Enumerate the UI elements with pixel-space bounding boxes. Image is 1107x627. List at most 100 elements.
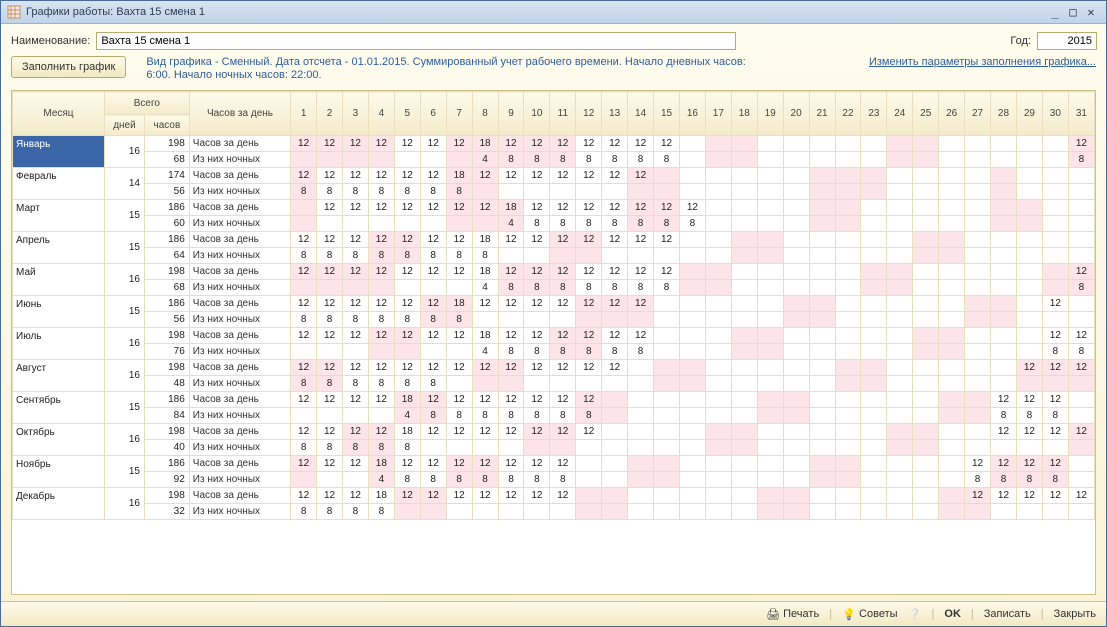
day-cell[interactable]: 12 [317,232,343,248]
day-cell[interactable] [783,296,809,312]
day-cell[interactable]: 12 [576,136,602,152]
night-cell[interactable] [1016,280,1042,296]
day-cell[interactable]: 18 [446,168,472,184]
day-cell[interactable] [939,360,965,376]
close-footer-button[interactable]: Закрыть [1054,608,1096,620]
night-cell[interactable] [1016,248,1042,264]
col-day-30[interactable]: 30 [1042,92,1068,136]
day-cell[interactable]: 18 [472,136,498,152]
day-cell[interactable] [887,200,913,216]
day-cell[interactable]: 12 [602,136,628,152]
month-cell[interactable]: Февраль [13,168,105,200]
night-cell[interactable] [654,184,680,200]
night-cell[interactable] [394,152,420,168]
night-cell[interactable] [1042,280,1068,296]
night-cell[interactable] [809,280,835,296]
night-cell[interactable] [939,216,965,232]
night-cell[interactable] [498,184,524,200]
night-cell[interactable] [602,440,628,456]
day-cell[interactable] [939,424,965,440]
night-cell[interactable] [1068,312,1094,328]
day-cell[interactable]: 12 [342,392,368,408]
day-cell[interactable]: 12 [1042,424,1068,440]
night-cell[interactable]: 8 [420,312,446,328]
night-cell[interactable] [576,248,602,264]
night-cell[interactable] [524,504,550,520]
night-cell[interactable]: 8 [1068,280,1094,296]
night-cell[interactable] [887,440,913,456]
table-row[interactable]: 32Из них ночных8888 [13,504,1095,520]
night-cell[interactable] [731,504,757,520]
day-cell[interactable] [913,232,939,248]
night-cell[interactable] [887,344,913,360]
night-cell[interactable] [550,440,576,456]
night-cell[interactable] [446,504,472,520]
night-cell[interactable] [731,472,757,488]
night-cell[interactable] [1042,312,1068,328]
day-cell[interactable] [1068,392,1094,408]
day-cell[interactable]: 12 [602,296,628,312]
night-cell[interactable] [991,216,1017,232]
day-cell[interactable] [757,456,783,472]
day-cell[interactable]: 12 [368,424,394,440]
day-cell[interactable] [835,264,861,280]
night-cell[interactable]: 8 [576,152,602,168]
day-cell[interactable]: 12 [446,136,472,152]
night-cell[interactable]: 8 [1068,344,1094,360]
night-cell[interactable] [887,184,913,200]
day-cell[interactable]: 12 [472,296,498,312]
night-cell[interactable] [783,344,809,360]
night-cell[interactable]: 8 [472,408,498,424]
day-cell[interactable]: 12 [1068,328,1094,344]
night-cell[interactable] [809,376,835,392]
day-cell[interactable]: 12 [628,264,654,280]
night-cell[interactable] [602,504,628,520]
day-cell[interactable] [1016,328,1042,344]
night-cell[interactable] [965,280,991,296]
day-cell[interactable]: 12 [368,392,394,408]
day-cell[interactable] [705,456,731,472]
night-cell[interactable]: 8 [368,184,394,200]
day-cell[interactable]: 12 [342,328,368,344]
night-cell[interactable] [965,184,991,200]
night-cell[interactable] [705,312,731,328]
night-cell[interactable]: 8 [679,216,705,232]
night-cell[interactable] [887,152,913,168]
night-cell[interactable] [939,408,965,424]
night-cell[interactable] [446,376,472,392]
day-cell[interactable] [965,232,991,248]
night-cell[interactable] [835,408,861,424]
table-row[interactable]: 56Из них ночных8888888 [13,184,1095,200]
night-cell[interactable] [394,504,420,520]
night-cell[interactable] [991,280,1017,296]
day-cell[interactable] [861,200,887,216]
col-day-31[interactable]: 31 [1068,92,1094,136]
night-cell[interactable] [731,280,757,296]
night-cell[interactable] [576,440,602,456]
table-row[interactable]: 92Из них ночных488888888888 [13,472,1095,488]
night-cell[interactable] [1068,376,1094,392]
day-cell[interactable]: 12 [576,232,602,248]
night-cell[interactable] [731,312,757,328]
night-cell[interactable]: 8 [342,312,368,328]
day-cell[interactable] [679,488,705,504]
day-cell[interactable] [809,136,835,152]
night-cell[interactable]: 8 [291,504,317,520]
day-cell[interactable] [861,424,887,440]
night-cell[interactable]: 8 [1042,472,1068,488]
day-cell[interactable] [783,360,809,376]
col-day-1[interactable]: 1 [291,92,317,136]
night-cell[interactable] [939,344,965,360]
night-cell[interactable]: 8 [1016,408,1042,424]
night-cell[interactable]: 8 [524,472,550,488]
day-cell[interactable]: 12 [1042,360,1068,376]
night-cell[interactable] [342,152,368,168]
night-cell[interactable] [705,376,731,392]
schedule-table[interactable]: МесяцВсегоЧасов за день12345678910111213… [11,90,1096,595]
day-cell[interactable]: 12 [550,328,576,344]
night-cell[interactable]: 8 [576,216,602,232]
day-cell[interactable] [602,456,628,472]
day-cell[interactable] [757,200,783,216]
day-cell[interactable] [965,392,991,408]
day-cell[interactable] [887,168,913,184]
